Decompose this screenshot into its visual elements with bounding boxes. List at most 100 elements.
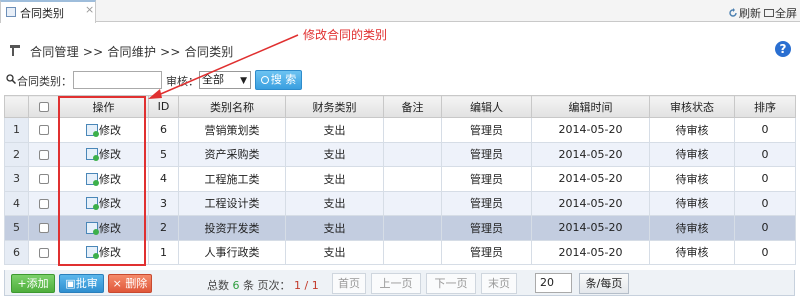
row-number: 4 [4, 190, 29, 216]
page-size-button[interactable]: 条/每页 [579, 273, 629, 294]
edit-cell[interactable]: 修改 [58, 117, 149, 143]
remark-cell [383, 141, 442, 167]
first-page-button[interactable]: 首页 [332, 273, 366, 294]
prev-page-button[interactable]: 上一页 [371, 273, 421, 294]
name-cell: 投资开发类 [178, 215, 286, 241]
tab-contract-category[interactable]: 合同类别 × [0, 0, 96, 23]
id-cell: 5 [148, 141, 179, 167]
row-checkbox[interactable] [38, 223, 49, 234]
header-select-all[interactable] [28, 95, 59, 118]
row-select[interactable] [28, 239, 59, 265]
table-row-selected[interactable]: 5 修改 2 投资开发类 支出 管理员 2014-05-20 待审核 0 [4, 215, 796, 241]
total-count: 6 [232, 279, 240, 292]
edit-link[interactable]: 修改 [99, 148, 121, 161]
finance-cell: 支出 [285, 141, 384, 167]
status-cell: 待审核 [649, 117, 735, 143]
table-row[interactable]: 3 修改 4 工程施工类 支出 管理员 2014-05-20 待审核 0 [4, 166, 796, 192]
select-all-checkbox[interactable] [38, 102, 49, 112]
category-search-input[interactable] [73, 71, 162, 89]
header-rownum [4, 95, 29, 118]
edit-link[interactable]: 修改 [99, 246, 121, 259]
row-number: 1 [4, 117, 29, 143]
document-icon [6, 7, 16, 17]
last-page-button[interactable]: 末页 [481, 273, 517, 294]
header-name[interactable]: 类别名称 [178, 95, 286, 118]
status-cell: 待审核 [649, 239, 735, 265]
remark-cell [383, 239, 442, 265]
name-cell: 工程施工类 [178, 166, 286, 192]
edit-cell[interactable]: 修改 [58, 215, 149, 241]
remark-cell [383, 190, 442, 216]
refresh-button[interactable]: 刷新 [728, 5, 761, 21]
delete-button[interactable]: × 删除 [108, 274, 152, 293]
finance-cell: 支出 [285, 215, 384, 241]
header-editor[interactable]: 编辑人 [441, 95, 532, 118]
tab-label: 合同类别 [20, 7, 64, 20]
header-edit-time[interactable]: 编辑时间 [531, 95, 650, 118]
table-row[interactable]: 1 修改 6 营销策划类 支出 管理员 2014-05-20 待审核 0 [4, 117, 796, 143]
row-checkbox[interactable] [38, 247, 49, 258]
name-cell: 营销策划类 [178, 117, 286, 143]
header-remark[interactable]: 备注 [383, 95, 442, 118]
fullscreen-label: 全屏 [775, 7, 797, 20]
header-finance[interactable]: 财务类别 [285, 95, 384, 118]
row-checkbox[interactable] [38, 198, 49, 209]
search-button[interactable]: 搜 索 [255, 70, 302, 90]
table-row[interactable]: 4 修改 3 工程设计类 支出 管理员 2014-05-20 待审核 0 [4, 190, 796, 216]
audit-filter-select[interactable]: 全部 ▼ [199, 71, 251, 89]
finance-cell: 支出 [285, 239, 384, 265]
next-page-button[interactable]: 下一页 [426, 273, 476, 294]
add-button[interactable]: +添加 [11, 274, 55, 293]
edit-link[interactable]: 修改 [99, 124, 121, 137]
table-row[interactable]: 6 修改 1 人事行政类 支出 管理员 2014-05-20 待审核 0 [4, 239, 796, 265]
editor-cell: 管理员 [441, 190, 532, 216]
time-cell: 2014-05-20 [531, 190, 650, 216]
grid-toolbar: +添加 ▣批审 × 删除 总数 6 条 页次： 1 / 1 首页 上一页 下一页… [4, 270, 795, 296]
row-number: 5 [4, 215, 29, 241]
row-number: 3 [4, 166, 29, 192]
row-select[interactable] [28, 166, 59, 192]
fullscreen-icon [764, 9, 774, 17]
table-header-row: 操作 ID 类别名称 财务类别 备注 编辑人 编辑时间 审核状态 排序 [4, 95, 796, 118]
row-number: 6 [4, 239, 29, 265]
edit-link[interactable]: 修改 [99, 173, 121, 186]
table-row[interactable]: 2 修改 5 资产采购类 支出 管理员 2014-05-20 待审核 0 [4, 141, 796, 167]
row-select[interactable] [28, 117, 59, 143]
name-cell: 工程设计类 [178, 190, 286, 216]
sort-cell: 0 [734, 215, 796, 241]
status-cell: 待审核 [649, 166, 735, 192]
search-icon [6, 74, 16, 84]
time-cell: 2014-05-20 [531, 117, 650, 143]
sort-cell: 0 [734, 141, 796, 167]
header-sort[interactable]: 排序 [734, 95, 796, 118]
row-select[interactable] [28, 190, 59, 216]
edit-cell[interactable]: 修改 [58, 239, 149, 265]
header-status[interactable]: 审核状态 [649, 95, 735, 118]
batch-audit-button[interactable]: ▣批审 [59, 274, 104, 293]
row-checkbox[interactable] [38, 174, 49, 185]
finance-cell: 支出 [285, 190, 384, 216]
breadcrumb: 合同管理 >> 合同维护 >> 合同类别 [30, 45, 234, 59]
edit-cell[interactable]: 修改 [58, 190, 149, 216]
tab-close-icon[interactable]: × [85, 3, 94, 16]
header-id[interactable]: ID [148, 95, 179, 118]
fullscreen-button[interactable]: 全屏 [764, 5, 797, 21]
row-select[interactable] [28, 141, 59, 167]
magnifier-icon [260, 76, 269, 84]
edit-cell[interactable]: 修改 [58, 141, 149, 167]
edit-link[interactable]: 修改 [99, 222, 121, 235]
remark-cell [383, 166, 442, 192]
edit-cell[interactable]: 修改 [58, 166, 149, 192]
row-select[interactable] [28, 215, 59, 241]
search-button-label: 搜 索 [270, 73, 297, 86]
edit-icon [86, 221, 99, 235]
page-size-input[interactable]: 20 [535, 273, 572, 293]
editor-cell: 管理员 [441, 117, 532, 143]
row-checkbox[interactable] [38, 125, 49, 136]
row-checkbox[interactable] [38, 149, 49, 160]
help-icon[interactable]: ? [775, 41, 791, 57]
edit-link[interactable]: 修改 [99, 197, 121, 210]
sort-cell: 0 [734, 190, 796, 216]
header-operation[interactable]: 操作 [58, 95, 149, 118]
total-prefix: 总数 [207, 279, 229, 292]
